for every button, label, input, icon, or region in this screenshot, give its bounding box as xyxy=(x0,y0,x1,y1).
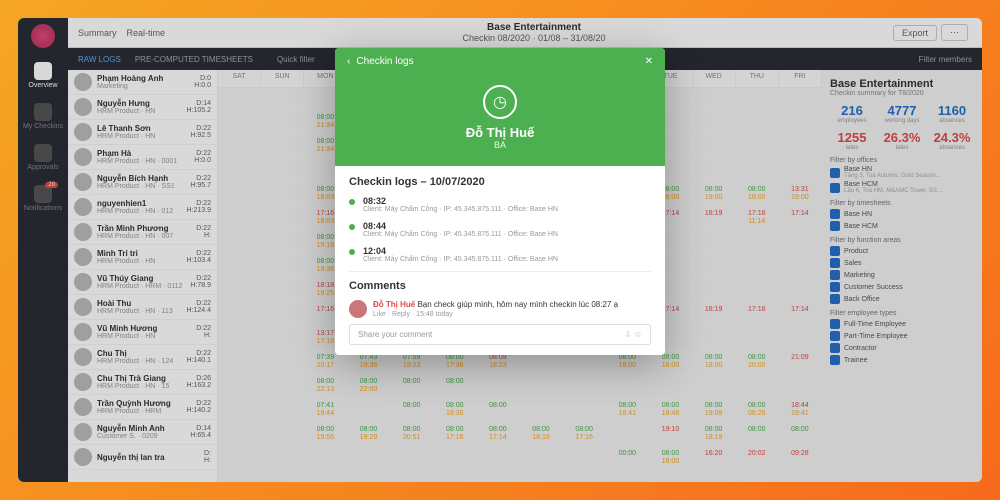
checkin-log: 08:44Client: Máy Chấm Công · IP: 45.345.… xyxy=(349,221,651,238)
comment-text: Bạn check giúp mình, hôm nay mình checki… xyxy=(417,300,618,309)
checkin-modal: ‹ Checkin logs ✕ ◷ Đỗ Thị Huế BA Checkin… xyxy=(335,48,665,355)
checkin-log: 08:32Client: Máy Chấm Công · IP: 45.345.… xyxy=(349,196,651,213)
comment-user: Đỗ Thị Huế xyxy=(373,300,415,309)
back-icon[interactable]: ‹ xyxy=(347,56,350,67)
comment-input[interactable]: Share your comment⇩ ☺ xyxy=(349,324,651,345)
modal-user-name: Đỗ Thị Huế xyxy=(335,125,665,140)
avatar xyxy=(349,300,367,318)
checkin-log: 12:04Client: Máy Chấm Công · IP: 45.345.… xyxy=(349,246,651,263)
comment-meta: Like · Reply · 15:48 today xyxy=(373,311,618,318)
clock-hero-icon: ◷ xyxy=(483,85,517,119)
comment: Đỗ Thị Huế Bạn check giúp mình, hôm nay … xyxy=(349,300,651,318)
modal-title: Checkin logs xyxy=(356,56,413,67)
modal-user-role: BA xyxy=(335,140,665,150)
modal-subhead: Checkin logs – 10/07/2020 xyxy=(349,176,651,188)
close-icon[interactable]: ✕ xyxy=(645,56,653,67)
attach-icon[interactable]: ⇩ ☺ xyxy=(625,330,642,339)
comments-header: Comments xyxy=(349,280,651,292)
app-root: Overview My Checkins Approvals 20Notific… xyxy=(18,18,982,482)
